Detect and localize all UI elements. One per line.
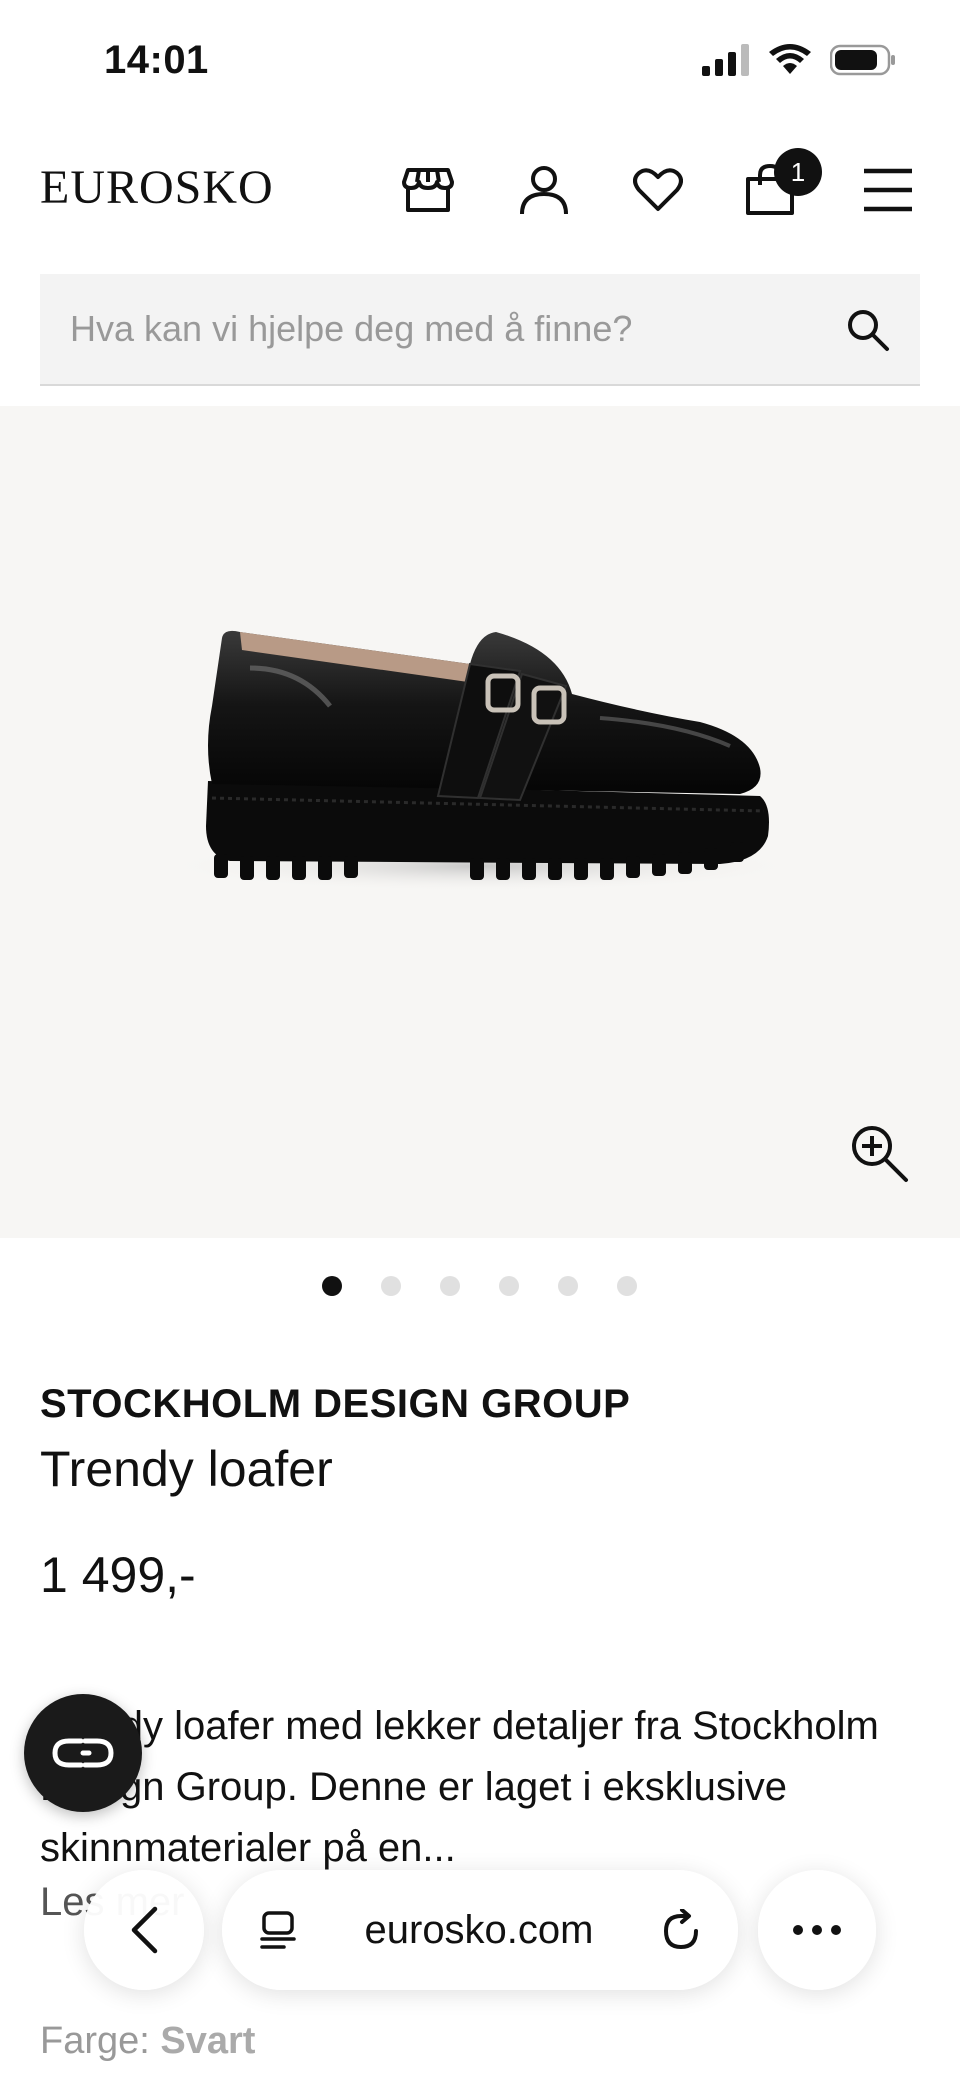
product-description: Trendy loafer med lekker detaljer fra St… [40, 1704, 879, 1870]
browser-url: eurosko.com [364, 1907, 594, 1952]
product-price: 1 499,- [40, 1547, 196, 1603]
carousel-dot-5[interactable] [558, 1276, 578, 1296]
site-header: EUROSKO 1 [0, 148, 960, 230]
search-input[interactable] [40, 274, 840, 384]
store-icon [402, 168, 454, 212]
reload-icon[interactable] [660, 1909, 702, 1951]
hamburger-menu-icon [864, 168, 912, 212]
carousel-dot-6[interactable] [617, 1276, 637, 1296]
more-horizontal-icon [793, 1925, 841, 1935]
zoom-in-icon [852, 1126, 908, 1182]
color-selection: Farge: Svart [40, 2020, 255, 2063]
cart-button[interactable]: 1 [738, 148, 822, 222]
carousel-dot-1[interactable] [322, 1276, 342, 1296]
user-icon [520, 166, 568, 215]
menu-button[interactable] [856, 158, 920, 222]
browser-more-button[interactable] [758, 1870, 876, 1990]
chevron-left-icon [131, 1906, 158, 1954]
cart-count-badge: 1 [774, 148, 822, 196]
browser-address-bar[interactable]: eurosko.com [222, 1870, 738, 1990]
account-button[interactable] [512, 158, 576, 222]
carousel-dot-4[interactable] [499, 1276, 519, 1296]
search-icon [848, 310, 889, 351]
eurosko-logo[interactable]: EUROSKO [40, 160, 274, 215]
browser-toolbar: eurosko.com [0, 1870, 960, 2000]
carousel-dots [0, 1276, 960, 1296]
zoom-button[interactable] [848, 1122, 912, 1186]
heart-icon [633, 168, 683, 211]
color-value: Svart [160, 2020, 256, 2062]
chat-link-icon [52, 1738, 114, 1768]
product-name: Trendy loafer [40, 1441, 333, 1497]
carousel-dot-3[interactable] [440, 1276, 460, 1296]
search-button[interactable] [840, 302, 896, 358]
store-locator-button[interactable] [396, 158, 460, 222]
reader-mode-icon [260, 1911, 296, 1949]
product-photo-loafer [160, 630, 800, 892]
status-icons [702, 44, 896, 76]
status-time: 14:01 [104, 38, 209, 82]
wishlist-button[interactable] [626, 158, 690, 222]
browser-back-button[interactable] [84, 1870, 204, 1990]
battery-icon [830, 44, 895, 76]
chat-button[interactable] [24, 1694, 142, 1812]
cellular-signal-icon [702, 44, 749, 76]
carousel-dot-2[interactable] [381, 1276, 401, 1296]
color-label: Farge: [40, 2020, 150, 2062]
product-image-gallery[interactable] [0, 406, 960, 1238]
product-brand[interactable]: STOCKHOLM DESIGN GROUP [40, 1382, 630, 1427]
wifi-icon [769, 44, 811, 74]
search-bar [40, 274, 920, 386]
status-bar: 14:01 [0, 0, 960, 120]
